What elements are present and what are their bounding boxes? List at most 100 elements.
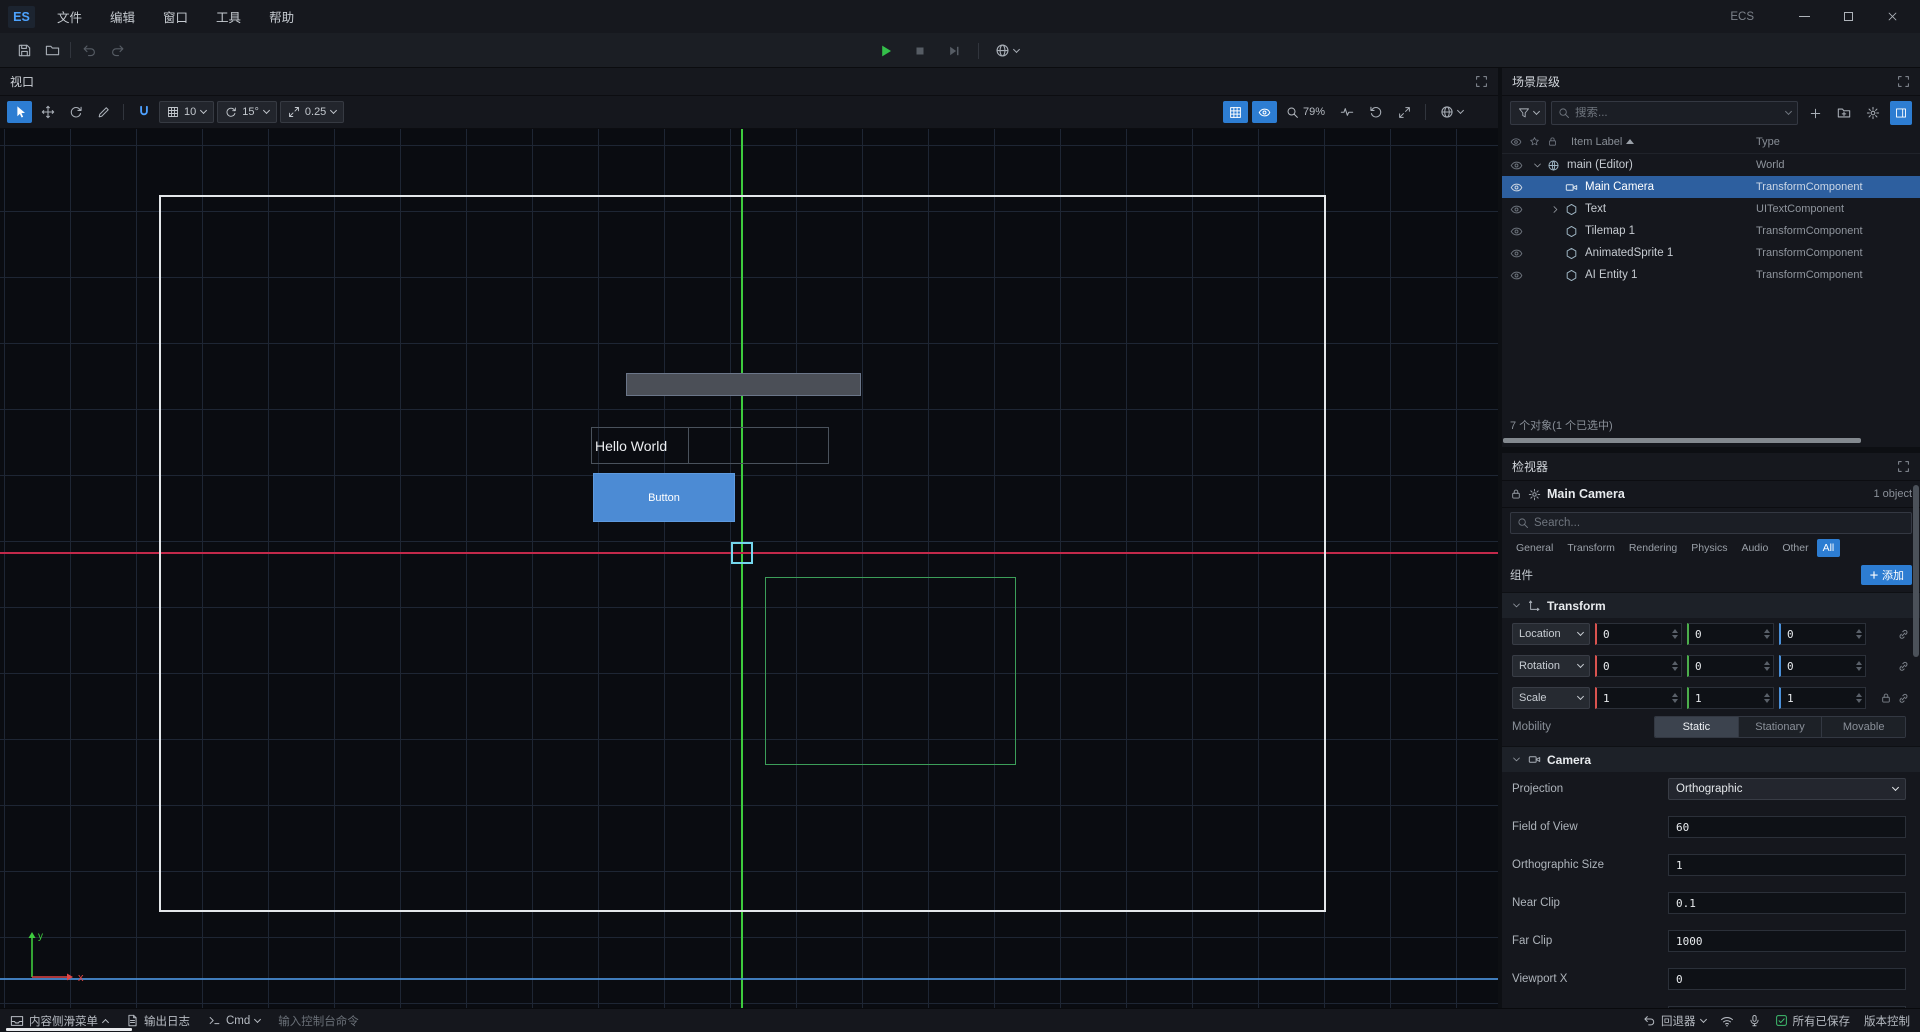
step-button[interactable]	[940, 38, 968, 64]
location-z-input[interactable]	[1781, 628, 1855, 641]
menu-file[interactable]: 文件	[43, 0, 96, 33]
spinner[interactable]	[1671, 661, 1681, 671]
tab-all[interactable]: All	[1817, 539, 1841, 557]
spinner[interactable]	[1855, 693, 1865, 703]
spinner[interactable]	[1763, 693, 1773, 703]
scale-snap-dropdown[interactable]: 0.25	[280, 101, 344, 123]
select-tool-button[interactable]	[7, 101, 32, 123]
hierarchy-search[interactable]	[1551, 101, 1798, 125]
ui-text-widget[interactable]: Hello World	[591, 427, 829, 464]
hierarchy-settings-button[interactable]	[1861, 101, 1885, 125]
camera-section-header[interactable]: Camera	[1502, 746, 1920, 772]
maximize-button[interactable]	[1826, 0, 1870, 33]
near-clip-input[interactable]	[1669, 897, 1905, 910]
scale-mode-dropdown[interactable]: Scale	[1512, 687, 1590, 709]
redo-button[interactable]	[103, 37, 131, 63]
projection-select[interactable]: Orthographic	[1668, 778, 1906, 800]
menu-window[interactable]: 窗口	[149, 0, 202, 33]
voice-button[interactable]	[1748, 1014, 1761, 1027]
ui-slider-widget[interactable]	[626, 373, 861, 396]
play-mode-dropdown[interactable]	[989, 38, 1025, 64]
mobility-movable[interactable]: Movable	[1822, 717, 1905, 737]
inspector-search-input[interactable]	[1534, 517, 1905, 529]
spinner[interactable]	[1855, 629, 1865, 639]
edit-tool-button[interactable]	[91, 101, 116, 123]
rotation-mode-dropdown[interactable]: Rotation	[1512, 655, 1590, 677]
hierarchy-row[interactable]: main (Editor) World	[1502, 154, 1920, 176]
viewport-x-field[interactable]	[1668, 968, 1906, 990]
mobility-stationary[interactable]: Stationary	[1739, 717, 1823, 737]
tab-audio[interactable]: Audio	[1735, 539, 1774, 557]
tab-physics[interactable]: Physics	[1685, 539, 1733, 557]
scale-y-input[interactable]	[1689, 692, 1763, 705]
visibility-toggle[interactable]	[1510, 181, 1532, 194]
star-icon[interactable]	[1529, 136, 1540, 147]
expand-panel-icon[interactable]	[1475, 75, 1488, 88]
tab-other[interactable]: Other	[1776, 539, 1814, 557]
inspector-search[interactable]	[1510, 512, 1912, 534]
world-dropdown[interactable]	[1434, 99, 1469, 125]
save-button[interactable]	[10, 37, 38, 63]
column-type[interactable]: Type	[1756, 136, 1780, 148]
play-button[interactable]	[872, 38, 900, 64]
location-x-input[interactable]	[1597, 628, 1671, 641]
visibility-toggle[interactable]	[1510, 269, 1532, 282]
content-drawer-button[interactable]: 内容侧滑菜单	[10, 1013, 108, 1029]
spinner[interactable]	[1671, 693, 1681, 703]
rotation-z-field[interactable]	[1779, 655, 1866, 677]
add-component-button[interactable]: 添加	[1861, 565, 1912, 585]
panel-layout-toggle[interactable]	[1890, 101, 1912, 125]
filter-button[interactable]	[1510, 101, 1546, 125]
tab-rendering[interactable]: Rendering	[1623, 539, 1683, 557]
scene-canvas[interactable]: Hello World Button x y	[0, 128, 1498, 1008]
field-of-view-field[interactable]	[1668, 816, 1906, 838]
location-mode-dropdown[interactable]: Location	[1512, 623, 1590, 645]
menu-edit[interactable]: 编辑	[96, 0, 149, 33]
grid-snap-dropdown[interactable]: 10	[159, 101, 214, 123]
rotation-y-field[interactable]	[1687, 655, 1774, 677]
orthographic-size-field[interactable]	[1668, 854, 1906, 876]
zoom-control[interactable]: 79%	[1281, 106, 1330, 119]
scrollbar-thumb[interactable]	[1503, 438, 1861, 443]
reset-view-button[interactable]	[1363, 101, 1388, 123]
lock-icon[interactable]	[1547, 136, 1558, 147]
location-y-field[interactable]	[1687, 623, 1774, 645]
visibility-toggle[interactable]	[1510, 203, 1532, 216]
open-button[interactable]	[38, 37, 66, 63]
tab-general[interactable]: General	[1510, 539, 1559, 557]
lock-icon[interactable]	[1510, 488, 1522, 500]
link-axes-icon[interactable]	[1897, 628, 1910, 641]
expand-chevron[interactable]	[1550, 204, 1565, 215]
location-x-field[interactable]	[1595, 623, 1682, 645]
hierarchy-search-input[interactable]	[1575, 107, 1781, 119]
stop-button[interactable]	[906, 38, 934, 64]
hierarchy-row[interactable]: Tilemap 1 TransformComponent	[1502, 220, 1920, 242]
far-clip-input[interactable]	[1669, 935, 1905, 948]
far-clip-field[interactable]	[1668, 930, 1906, 952]
visibility-toggle[interactable]	[1510, 159, 1532, 172]
link-axes-icon[interactable]	[1897, 660, 1910, 673]
origin-selection-box[interactable]	[731, 542, 753, 564]
grid-visibility-toggle[interactable]	[1223, 101, 1248, 123]
expand-panel-icon[interactable]	[1897, 75, 1910, 88]
move-tool-button[interactable]	[35, 101, 60, 123]
menu-help[interactable]: 帮助	[255, 0, 308, 33]
console-command-input[interactable]: 输入控制台命令	[278, 1013, 359, 1029]
spinner[interactable]	[1763, 629, 1773, 639]
new-folder-button[interactable]	[1832, 101, 1856, 125]
column-item-label[interactable]: Item Label	[1571, 136, 1634, 148]
field-of-view-input[interactable]	[1669, 821, 1905, 834]
save-status-button[interactable]: 所有已保存	[1775, 1013, 1851, 1029]
version-control-button[interactable]: 版本控制	[1864, 1013, 1910, 1029]
eye-icon[interactable]	[1510, 136, 1522, 148]
scale-z-field[interactable]	[1779, 687, 1866, 709]
orthographic-size-input[interactable]	[1669, 859, 1905, 872]
spinner[interactable]	[1763, 661, 1773, 671]
expand-panel-icon[interactable]	[1897, 460, 1910, 473]
scale-y-field[interactable]	[1687, 687, 1774, 709]
uniform-scale-lock-icon[interactable]	[1880, 692, 1892, 704]
undo-button[interactable]	[75, 37, 103, 63]
minimize-button[interactable]	[1782, 0, 1826, 33]
near-clip-field[interactable]	[1668, 892, 1906, 914]
gizmo-visibility-toggle[interactable]	[1252, 101, 1277, 123]
